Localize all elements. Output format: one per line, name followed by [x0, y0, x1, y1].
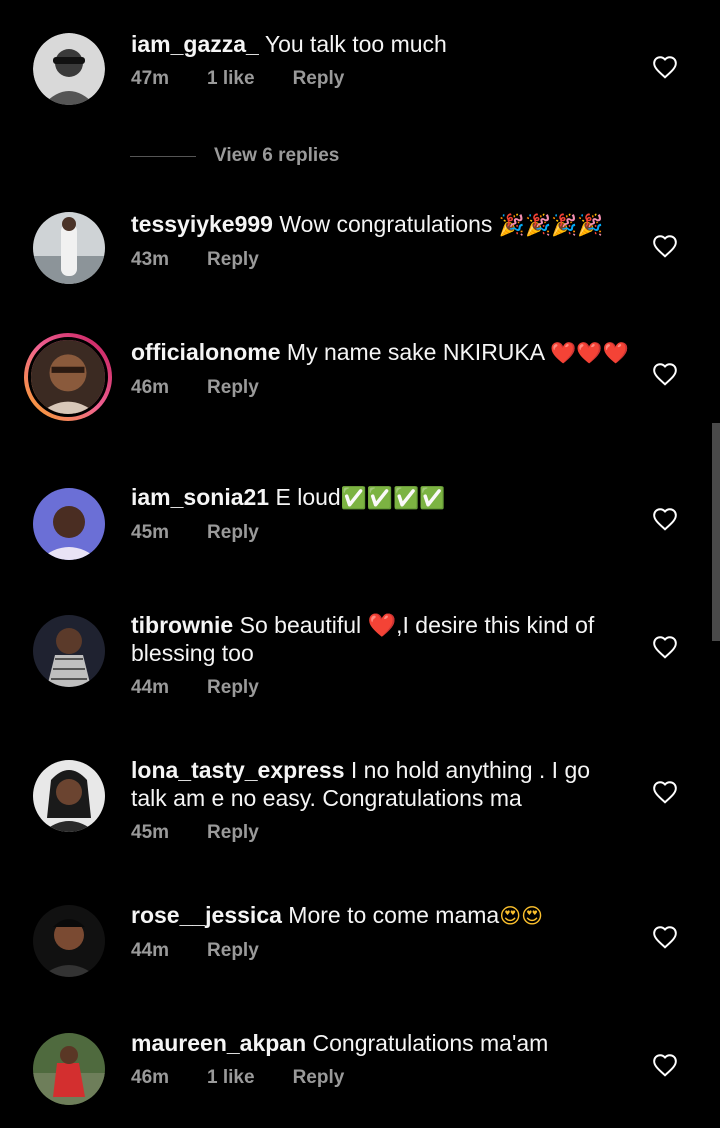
avatar[interactable] — [33, 1033, 105, 1105]
reply-button[interactable]: Reply — [207, 940, 259, 962]
reply-button[interactable]: Reply — [207, 377, 259, 399]
comment-username[interactable]: tibrownie — [131, 612, 233, 638]
comment-username[interactable]: iam_gazza_ — [131, 31, 259, 57]
comment-time: 46m — [131, 377, 170, 398]
comment-emoji: ❤️❤️❤️ — [550, 341, 629, 365]
comment-emoji: 😍😍 — [499, 904, 543, 928]
avatar[interactable] — [33, 33, 105, 105]
heart-outline-icon[interactable] — [652, 635, 678, 659]
comment-time: 47m — [131, 68, 170, 89]
like-count[interactable]: 1 like — [207, 68, 255, 90]
heart-outline-icon[interactable] — [652, 1053, 678, 1077]
reply-button[interactable]: Reply — [207, 249, 259, 271]
comment-text: More to come mama — [288, 902, 500, 928]
heart-outline-icon[interactable] — [652, 234, 678, 258]
avatar[interactable] — [33, 488, 105, 560]
avatar[interactable] — [33, 615, 105, 687]
reply-button[interactable]: Reply — [207, 677, 259, 699]
heart-outline-icon[interactable] — [652, 55, 678, 79]
avatar-with-story-ring[interactable] — [24, 333, 112, 421]
avatar[interactable] — [33, 760, 105, 832]
comment-username[interactable]: iam_sonia21 — [131, 484, 269, 510]
comment-text: Congratulations ma'am — [312, 1030, 549, 1056]
comment-emoji: 🎉🎉🎉🎉 — [498, 213, 604, 237]
comment-username[interactable]: rose__jessica — [131, 902, 282, 928]
comment-text: E loud — [275, 484, 341, 510]
comment-text: My name sake NKIRUKA — [286, 339, 551, 365]
view-replies-label: View 6 replies — [214, 145, 340, 166]
reply-button[interactable]: Reply — [293, 68, 345, 90]
comment-text: Wow congratulations — [279, 211, 499, 237]
comment-time: 44m — [131, 677, 170, 698]
comment-username[interactable]: officialonome — [131, 339, 281, 365]
heart-outline-icon[interactable] — [652, 507, 678, 531]
reply-button[interactable]: Reply — [293, 1067, 345, 1089]
comment-emoji: ✅✅✅✅ — [340, 486, 446, 510]
like-count[interactable]: 1 like — [207, 1067, 255, 1089]
divider — [130, 156, 196, 157]
comment-text: You talk too much — [264, 31, 447, 57]
scrollbar-thumb[interactable] — [712, 423, 720, 641]
comment-username[interactable]: tessyiyke999 — [131, 211, 273, 237]
reply-button[interactable]: Reply — [207, 522, 259, 544]
comment-username[interactable]: maureen_akpan — [131, 1030, 306, 1056]
avatar[interactable] — [33, 905, 105, 977]
comment-username[interactable]: lona_tasty_express — [131, 757, 345, 783]
comment-time: 44m — [131, 940, 170, 961]
heart-outline-icon[interactable] — [652, 780, 678, 804]
heart-outline-icon[interactable] — [652, 362, 678, 386]
comment-time: 45m — [131, 822, 170, 843]
heart-outline-icon[interactable] — [652, 925, 678, 949]
avatar[interactable] — [33, 212, 105, 284]
reply-button[interactable]: Reply — [207, 822, 259, 844]
comment-time: 45m — [131, 522, 170, 543]
comment-time: 46m — [131, 1067, 170, 1088]
comment-time: 43m — [131, 249, 170, 270]
